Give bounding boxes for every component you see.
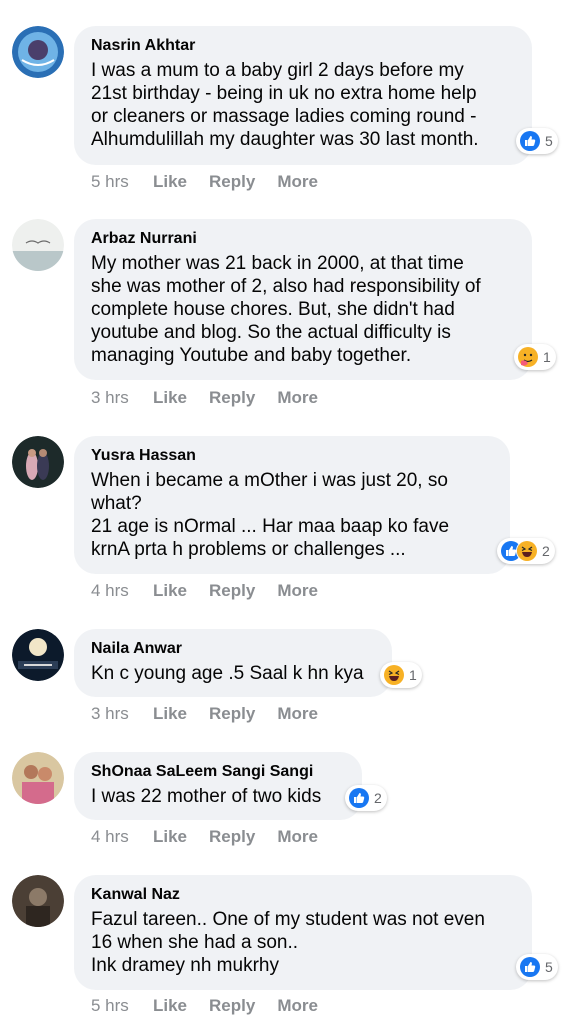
avatar[interactable] <box>12 752 64 804</box>
comment-bubble: Naila Anwar Kn c young age .5 Saal k hn … <box>74 629 392 697</box>
reaction-summary[interactable]: 1 <box>514 344 556 370</box>
comment-text: My mother was 21 back in 2000, at that t… <box>91 253 481 366</box>
like-button[interactable]: Like <box>153 704 187 724</box>
like-button[interactable]: Like <box>153 827 187 847</box>
like-reaction-icon <box>519 956 541 978</box>
more-button[interactable]: More <box>277 827 318 847</box>
comment-time: 3 hrs <box>91 704 129 723</box>
reply-button[interactable]: Reply <box>209 388 255 408</box>
comment-bubble: Nasrin Akhtar I was a mum to a baby girl… <box>74 26 532 165</box>
more-button[interactable]: More <box>277 172 318 192</box>
comment-author[interactable]: Arbaz Nurrani <box>91 229 516 249</box>
more-button[interactable]: More <box>277 704 318 724</box>
more-button[interactable]: More <box>277 581 318 601</box>
reaction-count: 2 <box>542 543 550 559</box>
comment-time: 5 hrs <box>91 172 129 191</box>
reply-button[interactable]: Reply <box>209 827 255 847</box>
comment-text: Kn c young age .5 Saal k hn kya <box>91 663 364 684</box>
reaction-summary[interactable]: 1 <box>380 662 422 688</box>
comment-author[interactable]: Yusra Hassan <box>91 446 494 466</box>
reaction-summary[interactable]: 5 <box>516 128 558 154</box>
avatar[interactable] <box>12 219 64 271</box>
comment-actions: 5 hrs Like Reply More <box>91 172 340 192</box>
comment-bubble: Kanwal Naz Fazul tareen.. One of my stud… <box>74 875 532 990</box>
reaction-summary[interactable]: 2 <box>497 538 555 564</box>
comment-bubble: ShOnaa SaLeem Sangi Sangi I was 22 mothe… <box>74 752 362 820</box>
comment-text: When i became a mOther i was just 20, so… <box>91 470 450 560</box>
comment-bubble: Arbaz Nurrani My mother was 21 back in 2… <box>74 219 532 380</box>
comment-actions: 3 hrs Like Reply More <box>91 704 340 724</box>
like-button[interactable]: Like <box>153 388 187 408</box>
comment-actions: 4 hrs Like Reply More <box>91 581 340 601</box>
care-reaction-icon <box>517 346 539 368</box>
comment-time: 4 hrs <box>91 581 129 600</box>
comment-author[interactable]: Naila Anwar <box>91 639 376 659</box>
comment-text: I was a mum to a baby girl 2 days before… <box>91 60 479 150</box>
reaction-summary[interactable]: 2 <box>345 785 387 811</box>
reply-button[interactable]: Reply <box>209 996 255 1016</box>
avatar[interactable] <box>12 436 64 488</box>
like-button[interactable]: Like <box>153 996 187 1016</box>
like-button[interactable]: Like <box>153 172 187 192</box>
reaction-count: 1 <box>543 349 551 365</box>
comment-bubble: Yusra Hassan When i became a mOther i wa… <box>74 436 510 574</box>
comment-author[interactable]: Nasrin Akhtar <box>91 36 516 56</box>
haha-reaction-icon <box>516 540 538 562</box>
comment-actions: 5 hrs Like Reply More <box>91 996 340 1016</box>
haha-reaction-icon <box>383 664 405 686</box>
more-button[interactable]: More <box>277 388 318 408</box>
comment-time: 4 hrs <box>91 827 129 846</box>
comment-author[interactable]: ShOnaa SaLeem Sangi Sangi <box>91 762 346 782</box>
like-button[interactable]: Like <box>153 581 187 601</box>
reply-button[interactable]: Reply <box>209 704 255 724</box>
like-reaction-icon <box>519 130 541 152</box>
more-button[interactable]: More <box>277 996 318 1016</box>
avatar[interactable] <box>12 26 64 78</box>
avatar[interactable] <box>12 875 64 927</box>
reaction-summary[interactable]: 5 <box>516 954 558 980</box>
comment-actions: 3 hrs Like Reply More <box>91 388 340 408</box>
reaction-count: 5 <box>545 133 553 149</box>
comment-author[interactable]: Kanwal Naz <box>91 885 516 905</box>
comment-text: Fazul tareen.. One of my student was not… <box>91 909 485 976</box>
comment-time: 5 hrs <box>91 996 129 1015</box>
comment-time: 3 hrs <box>91 388 129 407</box>
comment-actions: 4 hrs Like Reply More <box>91 827 340 847</box>
avatar[interactable] <box>12 629 64 681</box>
reaction-count: 1 <box>409 667 417 683</box>
reply-button[interactable]: Reply <box>209 172 255 192</box>
reply-button[interactable]: Reply <box>209 581 255 601</box>
reaction-count: 5 <box>545 959 553 975</box>
comment-text: I was 22 mother of two kids <box>91 786 322 807</box>
like-reaction-icon <box>348 787 370 809</box>
reaction-count: 2 <box>374 790 382 806</box>
